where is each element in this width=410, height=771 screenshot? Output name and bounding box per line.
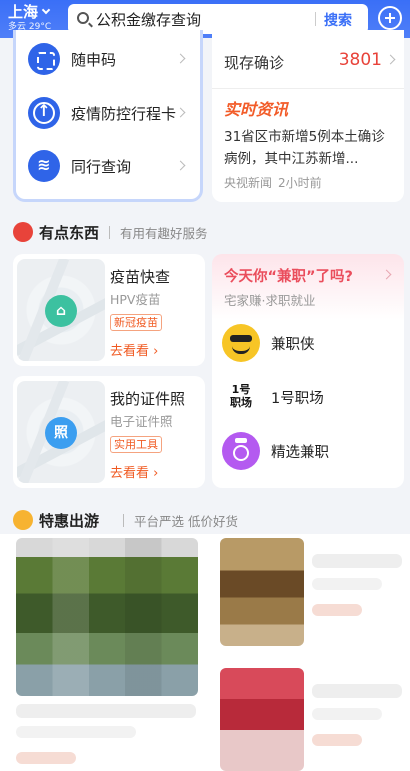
search-icon: [77, 12, 89, 24]
news-time: 2小时前: [278, 176, 322, 190]
location-selector[interactable]: 上海 多云 29°C: [8, 3, 66, 33]
section-divider: [109, 226, 110, 239]
divider: [212, 88, 404, 89]
service-item-health-code[interactable]: 随申码: [16, 36, 200, 86]
service-item-travel-card[interactable]: 疫情防控行程卡: [16, 90, 200, 140]
text-placeholder: [312, 734, 362, 746]
qr-code-icon: [28, 43, 60, 75]
section-subtitle: 有用有趣好服务: [120, 226, 208, 241]
quick-services-card: 随申码 疫情防控行程卡 同行查询: [13, 30, 203, 202]
section-header-fun: 有点东西 有用有趣好服务: [13, 222, 243, 244]
section-title: 有点东西: [39, 224, 100, 242]
card-subtitle: 电子证件照: [110, 414, 173, 429]
text-placeholder: [312, 684, 402, 698]
search-divider: [315, 12, 316, 26]
travel-deal-image[interactable]: [220, 668, 304, 771]
text-placeholder: [312, 708, 382, 720]
travel-deals-feed: [0, 534, 410, 771]
job-name: 1号职场: [271, 391, 324, 407]
chevron-right-icon: [385, 54, 396, 65]
section-header-travel: 特惠出游 平台严选 低价好货: [13, 510, 243, 532]
chevron-down-icon[interactable]: [41, 5, 51, 15]
job-item-1hao[interactable]: 1号 职场 1号职场: [222, 378, 394, 418]
job-item-selected[interactable]: 精选兼职: [222, 432, 394, 472]
card-title: 疫苗快查: [110, 268, 171, 286]
card-link[interactable]: 去看看 ›: [110, 462, 158, 481]
medal-icon: [222, 432, 260, 470]
section-title: 特惠出游: [39, 512, 100, 530]
search-button[interactable]: 搜索: [324, 10, 352, 30]
photo-badge-icon: 照: [45, 417, 77, 449]
job-name: 兼职侠: [271, 337, 315, 353]
card-tag: 新冠疫苗: [110, 314, 162, 331]
news-headline[interactable]: 31省区市新增5例本土确诊病例，其中江苏新增...: [224, 126, 396, 170]
section-divider: [123, 514, 124, 527]
text-placeholder: [16, 752, 76, 764]
boat-icon: [28, 150, 60, 182]
service-label: 同行查询: [71, 158, 132, 176]
chevron-right-icon: [175, 107, 186, 118]
text-placeholder: [312, 578, 382, 590]
job-logo-icon: 1号 职场: [222, 378, 260, 416]
chevron-right-icon: [175, 53, 186, 64]
card-title: 今天你“兼职”了吗?: [224, 269, 353, 285]
stat-label: 现存确诊: [224, 54, 285, 72]
text-placeholder: [16, 704, 196, 718]
card-tag: 实用工具: [110, 436, 162, 453]
plus-icon[interactable]: [378, 6, 402, 30]
vaccine-check-card[interactable]: ⌂ 疫苗快查 HPV疫苗 新冠疫苗 去看看 ›: [13, 254, 205, 366]
lock-icon: ⌂: [45, 295, 77, 327]
map-thumbnail: 照: [17, 381, 105, 483]
travel-deal-image[interactable]: [16, 538, 198, 696]
stat-value: 3801: [338, 50, 382, 70]
text-placeholder: [16, 726, 136, 738]
card-subtitle: HPV疫苗: [110, 292, 161, 307]
service-item-companion-query[interactable]: 同行查询: [16, 143, 200, 193]
text-placeholder: [312, 604, 362, 616]
news-meta: 央视新闻 2小时前: [224, 174, 328, 191]
travel-deal-image[interactable]: [220, 538, 304, 646]
news-tag: 实时资讯: [224, 100, 289, 119]
text-placeholder: [312, 554, 402, 568]
card-link[interactable]: 去看看 ›: [110, 340, 158, 359]
smiley-mask-icon: [222, 324, 260, 362]
news-source: 央视新闻: [224, 176, 273, 190]
section-subtitle: 平台严选 低价好货: [134, 514, 238, 529]
service-label: 疫情防控行程卡: [71, 105, 177, 123]
city-name[interactable]: 上海: [8, 3, 38, 21]
map-thumbnail: ⌂: [17, 259, 105, 361]
card-title: 我的证件照: [110, 390, 186, 408]
chevron-right-icon: [175, 160, 186, 171]
rocket-icon: [13, 222, 33, 242]
card-subtitle: 宅家赚·求职就业: [224, 293, 316, 308]
job-item-jianzhixia[interactable]: 兼职侠: [222, 324, 394, 364]
id-photo-card[interactable]: 照 我的证件照 电子证件照 实用工具 去看看 ›: [13, 376, 205, 488]
arrow-up-circle-icon: [28, 97, 60, 129]
service-label: 随申码: [71, 51, 117, 69]
part-time-jobs-card[interactable]: 今天你“兼职”了吗? 宅家赚·求职就业 兼职侠 1号 职场 1号职场 精选兼职: [212, 254, 404, 488]
epidemic-info-card: 现存确诊 3801 实时资讯 31省区市新增5例本土确诊病例，其中江苏新增...…: [212, 30, 404, 202]
pig-icon: [13, 510, 33, 530]
job-name: 精选兼职: [271, 445, 329, 461]
chevron-right-icon: [381, 269, 392, 280]
